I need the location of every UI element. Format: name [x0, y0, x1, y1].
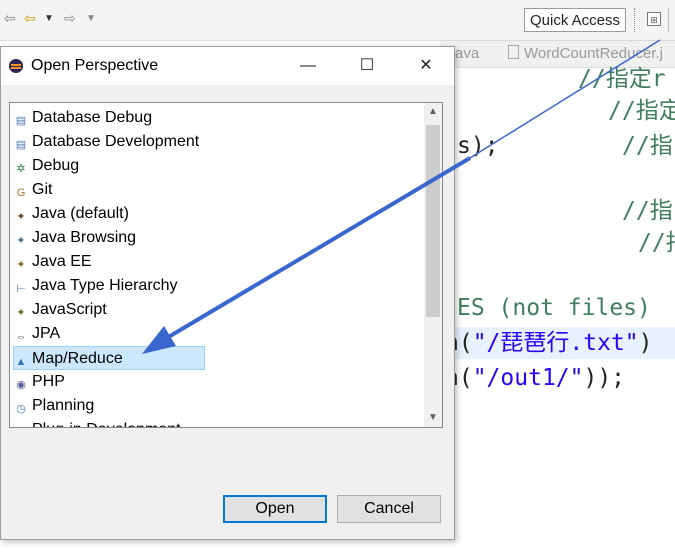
code-line: h("/out1/")); [445, 363, 625, 393]
perspective-item[interactable]: ✲ Debug [14, 154, 79, 178]
open-perspective-icon[interactable]: ⊞ [647, 12, 661, 26]
editor-tab-label: WordCountReducer.j [524, 45, 663, 62]
perspective-item[interactable]: ✦ Java EE [14, 250, 92, 274]
elephant-icon: ▲ [15, 356, 27, 368]
list-scrollbar[interactable]: ▲ ▼ [424, 103, 442, 427]
java-browsing-icon: ✦ [16, 235, 26, 247]
perspective-item[interactable]: ▤ Database Debug [14, 106, 152, 130]
open-perspective-dialog: Open Perspective — ☐ ✕ ✦ Plug-in Developm… [0, 46, 455, 540]
back-icon[interactable]: ⇦ [4, 10, 16, 27]
minimize-button[interactable]: — [297, 55, 319, 77]
code-string: "/琵琶行.txt" [472, 330, 639, 356]
javascript-icon: ✦ [16, 307, 26, 319]
perspective-list[interactable]: ✦ Plug-in Development ◷ Planning ◉ PHP ▲ Map/Re… [9, 102, 443, 428]
editor-tab[interactable]: WordCountReducer.j [508, 45, 663, 62]
perspective-item[interactable]: ✦ Java (default) [14, 202, 129, 226]
bug-icon: ✲ [16, 163, 26, 175]
perspective-label: Java (default) [32, 205, 129, 222]
code-token: ) [638, 330, 653, 356]
perspective-label: Plug-in Development [32, 421, 181, 427]
code-line: h("/琵琶行.txt") [445, 328, 653, 358]
chevron-down-icon[interactable]: ▼ [44, 13, 54, 24]
perspective-label: Debug [32, 157, 80, 174]
perspective-item[interactable]: ◷ Planning [14, 394, 94, 418]
code-line: s); [457, 133, 499, 159]
perspective-label: Git [32, 181, 53, 198]
perspective-item[interactable]: ⊢ Java Type Hierarchy [14, 274, 178, 298]
perspective-item[interactable]: ✦ Java Browsing [14, 226, 136, 250]
perspective-item[interactable]: G Git [14, 178, 53, 202]
perspective-label: Java Browsing [32, 229, 137, 246]
perspective-item[interactable]: ⇔ JPA [14, 322, 61, 346]
jpa-icon: ⇔ [15, 331, 27, 343]
java-ee-icon: ✦ [16, 259, 26, 271]
code-string: "/out1/" [472, 365, 584, 391]
code-line: //指 [638, 230, 675, 256]
dialog-title: Open Perspective [31, 57, 159, 74]
editor-tab[interactable]: ava [455, 45, 479, 62]
code-token: )); [583, 365, 626, 391]
type-hierarchy-icon: ⊢ [16, 283, 26, 295]
perspective-label: Planning [32, 397, 95, 414]
perspective-label: Map/Reduce [32, 350, 123, 367]
code-line: //指 [622, 198, 673, 224]
database-debug-icon: ▤ [15, 115, 27, 127]
quick-access-field[interactable]: Quick Access [524, 8, 626, 32]
java-file-icon [508, 45, 519, 59]
perspective-label: Java EE [32, 253, 92, 270]
scroll-down-icon[interactable]: ▼ [424, 409, 442, 427]
planning-icon: ◷ [16, 403, 26, 415]
perspective-label: JPA [32, 325, 61, 342]
perspective-item[interactable]: ▲ Map/Reduce [13, 346, 205, 370]
git-icon: G [16, 187, 26, 199]
toolbar-separator [668, 8, 669, 32]
perspective-item[interactable]: ▤ Database Development [14, 130, 199, 154]
main-toolbar: ⇦ ⇦ ▼ ⇨ ▼ Quick Access ⊞ [0, 0, 675, 41]
scroll-thumb[interactable] [426, 125, 440, 317]
perspective-label: JavaScript [32, 301, 107, 318]
code-line: //指 [622, 133, 673, 159]
php-icon: ◉ [16, 379, 26, 391]
perspective-item[interactable]: ✦ JavaScript [14, 298, 107, 322]
database-development-icon: ▤ [15, 139, 27, 151]
dialog-title-bar[interactable]: Open Perspective — ☐ ✕ [1, 47, 454, 85]
close-button[interactable]: ✕ [415, 55, 437, 77]
code-line: //指定r [578, 66, 666, 92]
perspective-label: Java Type Hierarchy [32, 277, 178, 294]
code-line: ES (not files) [457, 295, 651, 321]
perspective-label: Database Development [32, 133, 200, 150]
perspective-item[interactable]: ◉ PHP [14, 370, 65, 394]
perspective-label: Database Debug [32, 109, 153, 126]
back-history-icon[interactable]: ⇦ [24, 10, 36, 27]
cancel-button[interactable]: Cancel [337, 495, 441, 523]
toolbar-separator [634, 8, 636, 32]
perspective-label: PHP [32, 373, 65, 390]
java-icon: ✦ [16, 211, 26, 223]
perspective-item[interactable]: ✦ Plug-in Development [14, 418, 181, 427]
eclipse-icon [9, 59, 23, 73]
open-button[interactable]: Open [223, 495, 327, 523]
plugin-icon: ✦ [14, 426, 28, 427]
maximize-button[interactable]: ☐ [356, 55, 378, 77]
scroll-up-icon[interactable]: ▲ [424, 103, 442, 121]
forward-icon[interactable]: ⇨ [64, 10, 76, 27]
chevron-down-icon[interactable]: ▼ [86, 13, 96, 24]
code-line: //指定 [608, 98, 675, 124]
